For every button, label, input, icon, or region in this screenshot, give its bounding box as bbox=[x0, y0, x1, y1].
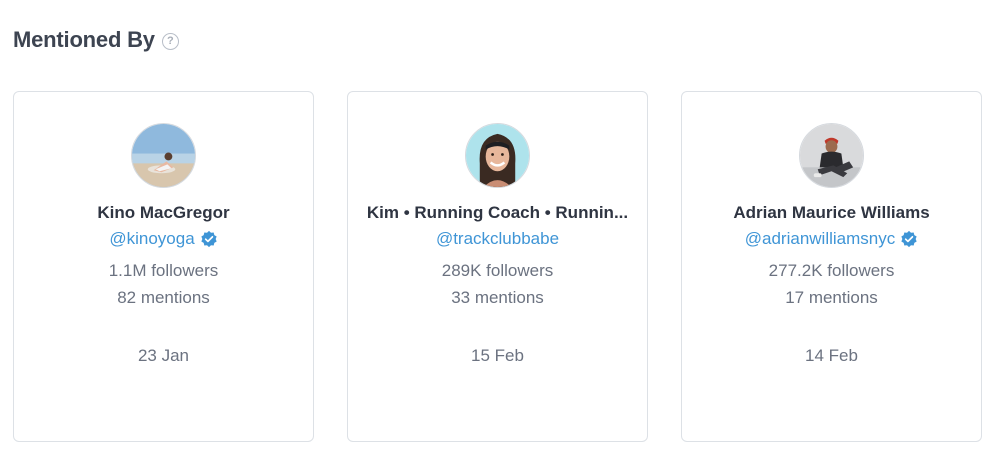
handle-row: @trackclubbabe bbox=[436, 229, 559, 249]
account-handle-link[interactable]: @kinoyoga bbox=[109, 229, 194, 249]
mention-count: 17 mentions bbox=[785, 288, 878, 307]
handle-row: @kinoyoga bbox=[109, 229, 217, 249]
follower-count: 277.2K followers bbox=[768, 261, 895, 280]
verified-badge-icon bbox=[201, 230, 217, 248]
mention-card[interactable]: Adrian Maurice Williams @adrianwilliamsn… bbox=[681, 91, 982, 442]
mention-date: 15 Feb bbox=[471, 346, 524, 365]
mention-count: 33 mentions bbox=[451, 288, 544, 307]
avatar[interactable] bbox=[799, 123, 864, 188]
account-handle-link[interactable]: @trackclubbabe bbox=[436, 229, 559, 249]
account-name: Adrian Maurice Williams bbox=[733, 203, 930, 222]
verified-badge-icon bbox=[901, 230, 917, 248]
mention-count: 82 mentions bbox=[117, 288, 210, 307]
help-icon[interactable]: ? bbox=[161, 32, 179, 50]
section-header: Mentioned By ? bbox=[13, 27, 179, 53]
follower-count: 1.1M followers bbox=[108, 261, 219, 280]
mentioned-by-panel: Mentioned By ? Kino MacGregor @kinoyoga bbox=[0, 0, 1000, 461]
section-title: Mentioned By bbox=[13, 27, 155, 52]
mention-card[interactable]: Kim • Running Coach • Runnin... @trackcl… bbox=[347, 91, 648, 442]
handle-row: @adrianwilliamsnyc bbox=[745, 229, 918, 249]
mention-date: 23 Jan bbox=[137, 346, 190, 365]
follower-count: 289K followers bbox=[441, 261, 554, 280]
account-handle-link[interactable]: @adrianwilliamsnyc bbox=[745, 229, 895, 249]
account-name: Kim • Running Coach • Runnin... bbox=[366, 203, 629, 222]
mention-card[interactable]: Kino MacGregor @kinoyoga 1.1M followers … bbox=[13, 91, 314, 442]
mention-date: 14 Feb bbox=[805, 346, 858, 365]
avatar[interactable] bbox=[131, 123, 196, 188]
avatar[interactable] bbox=[465, 123, 530, 188]
mentions-card-list: Kino MacGregor @kinoyoga 1.1M followers … bbox=[13, 91, 982, 442]
account-name: Kino MacGregor bbox=[97, 203, 230, 222]
